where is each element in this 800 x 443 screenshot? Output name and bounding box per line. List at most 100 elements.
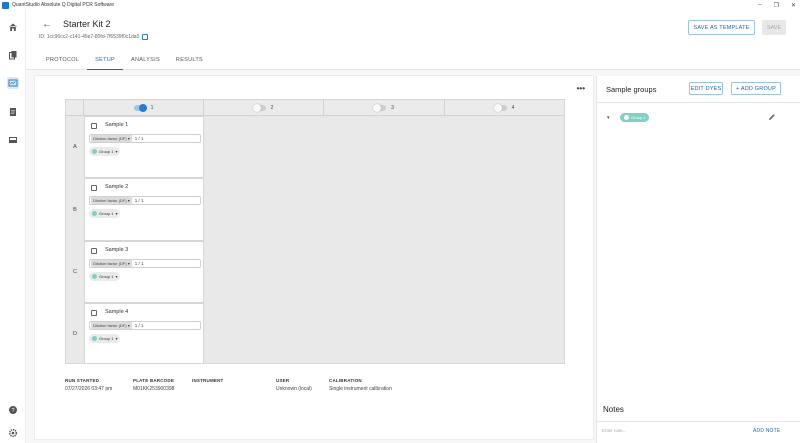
sample-checkbox[interactable] — [91, 185, 97, 191]
sample-name: Sample 1 — [105, 122, 129, 128]
row-header-d: D — [73, 331, 77, 337]
group-color-dot — [92, 274, 97, 279]
column-label: 3 — [391, 104, 394, 111]
window-controls: – ❐ ✕ — [758, 0, 796, 10]
group-chip[interactable]: Group 1 ▾ — [89, 334, 121, 343]
sample-checkbox[interactable] — [91, 248, 97, 254]
group-expand-icon[interactable]: ▾ — [607, 115, 610, 121]
column-header-4: 4 — [445, 100, 564, 116]
svg-text:?: ? — [11, 408, 14, 414]
dilution-factor-value: 1 / 1 — [134, 198, 144, 203]
chevron-down-icon: ▾ — [115, 211, 118, 216]
column-label: 2 — [270, 104, 274, 111]
nav-home-icon[interactable] — [7, 21, 19, 33]
chevron-down-icon: ▾ — [115, 149, 118, 154]
well-d1[interactable]: Sample 4 Dilution factor (DF) ▾ 1 / 1 Gr… — [84, 303, 204, 364]
experiment-header: ← Starter Kit 2 ID: 1cc96cc2-c141-45e7-8… — [26, 10, 800, 70]
dilution-factor-chip[interactable]: Dilution factor (DF) ▾ — [91, 322, 132, 329]
window-titlebar: QuantStudio Absolute Q Digital PCR Softw… — [0, 0, 800, 10]
group-color-dot — [624, 115, 629, 120]
dilution-factor-value: 1 / 1 — [134, 323, 144, 328]
group-chip[interactable]: Group 1 ▾ — [89, 209, 121, 218]
divider — [597, 421, 800, 422]
column-4-toggle[interactable] — [493, 103, 507, 112]
experiment-id-text: ID: 1cc96cc2-c141-45e7-80fd-7f6539f0c1da… — [39, 34, 140, 40]
well-a1[interactable]: Sample 1 Dilution factor (DF) ▾ 1 / 1 Gr… — [84, 116, 204, 178]
plate-barcode: PLATE BARCODE M01KK253900398 — [133, 378, 175, 392]
help-icon[interactable]: ? — [7, 404, 19, 416]
save-as-template-button[interactable]: SAVE AS TEMPLATE — [688, 20, 755, 35]
group-color-dot — [92, 211, 97, 216]
dilution-factor-field[interactable]: Dilution factor (DF) ▾ 1 / 1 — [89, 321, 201, 330]
dilution-factor-chip[interactable]: Dilution factor (DF) ▾ — [91, 197, 132, 204]
column-header-3: 3 — [324, 100, 445, 116]
dilution-factor-chip[interactable]: Dilution factor (DF) ▾ — [91, 135, 132, 142]
add-group-button[interactable]: + ADD GROUP — [731, 82, 781, 95]
sample-name: Sample 3 — [105, 247, 129, 253]
dilution-factor-value: 1 / 1 — [134, 136, 144, 141]
tab-results[interactable]: RESULTS — [168, 50, 211, 70]
app-logo-icon — [2, 1, 9, 9]
experiment-title: Starter Kit 2 — [63, 19, 111, 29]
tab-analysis[interactable]: ANALYSIS — [123, 50, 168, 70]
column-label: 4 — [511, 104, 515, 111]
plate-corner — [66, 100, 84, 116]
close-button[interactable]: ✕ — [791, 2, 796, 9]
sample-checkbox[interactable] — [91, 310, 97, 316]
more-options-icon[interactable]: ••• — [577, 84, 585, 93]
divider — [597, 102, 800, 103]
group-chip[interactable]: Group 1 ▾ — [89, 272, 121, 281]
minimize-button[interactable]: – — [758, 2, 761, 8]
nav-instrument-icon[interactable] — [7, 134, 19, 146]
save-button[interactable]: SAVE — [762, 20, 786, 35]
column-header-2: 2 — [204, 100, 324, 116]
run-started: RUN STARTED 07/27/2026 03:47 pm — [65, 378, 113, 392]
experiment-id: ID: 1cc96cc2-c141-45e7-80fd-7f6539f0c1da… — [39, 34, 149, 40]
user: USER Unknown (local) — [276, 378, 312, 392]
group-1-pill[interactable]: Group 1 — [620, 113, 650, 122]
sample-groups-title: Sample groups — [606, 85, 657, 94]
sample-name: Sample 2 — [105, 184, 129, 190]
nav-files-icon[interactable] — [7, 49, 19, 61]
copy-icon[interactable] — [142, 34, 149, 40]
tab-protocol[interactable]: PROTOCOL — [38, 50, 87, 70]
chevron-down-icon: ▾ — [115, 274, 118, 279]
settings-gear-icon[interactable] — [7, 427, 19, 439]
nav-document-list-icon[interactable] — [7, 106, 19, 118]
note-input[interactable]: Enter note... — [602, 428, 627, 433]
sample-name: Sample 4 — [105, 309, 129, 315]
tab-setup[interactable]: SETUP — [87, 50, 124, 70]
dilution-factor-field[interactable]: Dilution factor (DF) ▾ 1 / 1 — [89, 259, 201, 268]
group-chip[interactable]: Group 1 ▾ — [89, 147, 121, 156]
column-2-toggle[interactable] — [252, 103, 266, 112]
column-3-toggle[interactable] — [373, 103, 387, 112]
nav-plate-setup-icon[interactable] — [7, 77, 19, 89]
calibration: CALIBRATION Single instrument calibratio… — [329, 378, 392, 392]
group-color-dot — [92, 336, 97, 341]
dilution-factor-field[interactable]: Dilution factor (DF) ▾ 1 / 1 — [89, 134, 201, 143]
edit-dyes-button[interactable]: EDIT DYES — [689, 82, 723, 95]
row-header-b: B — [73, 206, 77, 213]
notes-title: Notes — [603, 405, 624, 414]
edit-pencil-icon[interactable] — [767, 112, 777, 122]
well-c1[interactable]: Sample 3 Dilution factor (DF) ▾ 1 / 1 Gr… — [84, 241, 204, 303]
plate-panel: ••• 1 2 3 4 A Sample 1 Dilution factor (… — [34, 75, 594, 440]
left-nav-rail: ? — [0, 10, 26, 443]
well-b1[interactable]: Sample 2 Dilution factor (DF) ▾ 1 / 1 Gr… — [84, 178, 204, 241]
maximize-button[interactable]: ❐ — [774, 2, 779, 9]
sample-checkbox[interactable] — [91, 123, 97, 129]
back-arrow-icon[interactable]: ← — [42, 19, 52, 30]
add-note-button[interactable]: ADD NOTE — [753, 428, 780, 434]
row-header-c: C — [73, 269, 77, 275]
instrument: INSTRUMENT — [192, 378, 224, 383]
dilution-factor-field[interactable]: Dilution factor (DF) ▾ 1 / 1 — [89, 196, 201, 205]
dilution-factor-value: 1 / 1 — [134, 261, 144, 266]
experiment-tabs: PROTOCOL SETUP ANALYSIS RESULTS — [38, 50, 211, 70]
column-1-toggle[interactable] — [133, 103, 147, 112]
chevron-down-icon: ▾ — [115, 336, 118, 341]
window-title: QuantStudio Absolute Q Digital PCR Softw… — [12, 2, 114, 8]
plate-grid: 1 2 3 4 A Sample 1 Dilution factor (DF) … — [65, 99, 565, 364]
sample-groups-panel: Sample groups EDIT DYES + ADD GROUP ▾ Gr… — [596, 76, 800, 443]
dilution-factor-chip[interactable]: Dilution factor (DF) ▾ — [91, 260, 132, 267]
column-header-1: 1 — [84, 100, 204, 116]
